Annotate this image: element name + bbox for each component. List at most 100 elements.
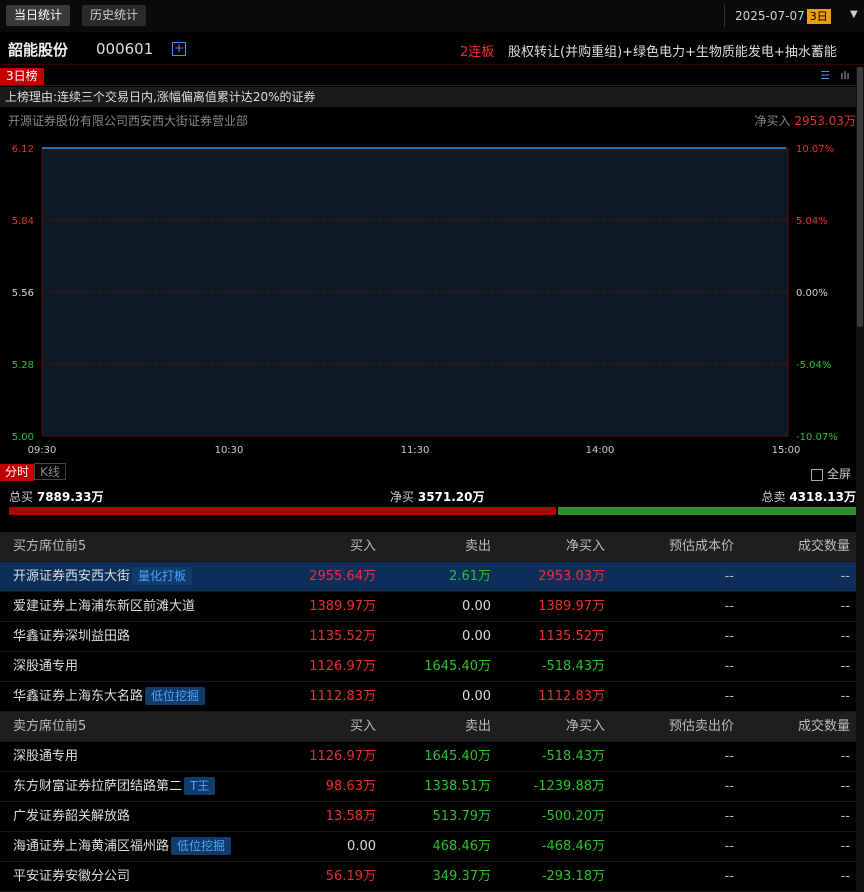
seat-name-cell: 华鑫证券深圳益田路	[13, 622, 130, 652]
fullscreen-button[interactable]: 全屏	[811, 465, 851, 482]
sell-amount: 0.00	[462, 629, 491, 644]
buy-amount: 2955.64万	[309, 569, 376, 584]
date-text: 2025-07-07	[735, 9, 805, 23]
scrollbar[interactable]	[856, 67, 864, 892]
y-tick-label-left: 5.84	[12, 216, 34, 227]
buy-amount: 13.58万	[325, 809, 376, 824]
table-row[interactable]: 东方财富证券拉萨团结路第二 T王 98.63万 1338.51万 -1239.88万 --…	[0, 772, 856, 802]
tab-history-stats[interactable]: 历史统计	[82, 5, 147, 26]
column-header[interactable]: 预估卖出价	[669, 712, 734, 742]
net-buy-sum-value: 3571.20万	[417, 490, 485, 504]
table-row[interactable]: 平安证券安徽分公司 56.19万 349.37万 -293.18万 -- --	[0, 862, 856, 892]
seat-tag[interactable]: 量化打板	[132, 566, 193, 585]
y-tick-label-right: 10.07%	[796, 144, 834, 155]
trade-summary: 总买 7889.33万 净买 3571.20万 总卖 4318.13万	[0, 488, 856, 504]
stock-name: 韶能股份	[8, 41, 69, 59]
estimated-price: --	[724, 569, 734, 584]
seat-tag[interactable]: 低位挖掘	[145, 686, 206, 705]
buy-amount: 1389.97万	[309, 599, 376, 614]
scrollbar-thumb[interactable]	[857, 67, 863, 327]
trade-quantity: --	[840, 569, 850, 584]
seat-name-cell: 东方财富证券拉萨团结路第二 T王	[13, 772, 216, 802]
table-row[interactable]: 深股通专用 1126.97万 1645.40万 -518.43万 -- --	[0, 742, 856, 772]
list-view-icon[interactable]: ☰	[818, 69, 832, 83]
table-header: 卖方席位前5 买入 卖出 净买入 预估卖出价 成交数量	[0, 712, 856, 742]
date-selector[interactable]: 2025-07-07 3日	[724, 5, 831, 27]
seat-name: 东方财富证券拉萨团结路第二	[13, 779, 183, 794]
column-header[interactable]: 净买入	[566, 712, 605, 742]
column-header[interactable]: 净买入	[566, 532, 605, 562]
net-amount: 2953.03万	[538, 569, 605, 584]
y-tick-label-left: 5.56	[12, 288, 34, 299]
broker-name: 开源证券股份有限公司西安西大街证券营业部	[8, 114, 249, 128]
fullscreen-icon	[811, 468, 823, 481]
column-header[interactable]: 卖出	[465, 712, 491, 742]
x-tick-label: 14:00	[586, 445, 615, 456]
table-row[interactable]: 华鑫证券上海东大名路 低位挖掘 1112.83万 0.00 1112.83万 -- --	[0, 682, 856, 712]
chart-tabs: 分时 K线	[0, 463, 66, 481]
seat-name-cell: 深股通专用	[13, 742, 78, 772]
table-row[interactable]: 广发证券韶关解放路 13.58万 513.79万 -500.20万 -- --	[0, 802, 856, 832]
seat-name: 华鑫证券深圳益田路	[13, 629, 131, 644]
seat-name: 华鑫证券上海东大名路	[13, 689, 144, 704]
seat-name-cell: 平安证券安徽分公司	[13, 862, 130, 892]
seat-name: 开源证券西安西大街	[13, 569, 131, 584]
column-header[interactable]: 买方席位前5	[13, 532, 86, 562]
tab-today-stats[interactable]: 当日统计	[6, 5, 71, 26]
sell-amount: 2.61万	[449, 569, 491, 584]
net-amount: 1389.97万	[538, 599, 605, 614]
table-row[interactable]: 深股通专用 1126.97万 1645.40万 -518.43万 -- --	[0, 652, 856, 682]
seat-name-cell: 广发证券韶关解放路	[13, 802, 130, 832]
net-amount: -518.43万	[541, 659, 605, 674]
net-buy-sum-label: 净买	[390, 490, 415, 504]
trade-quantity: --	[840, 689, 850, 704]
total-sell-value: 4318.13万	[789, 490, 856, 504]
total-buy-value: 7889.33万	[36, 490, 104, 504]
column-header[interactable]: 成交数量	[798, 532, 850, 562]
list-tag-3day[interactable]: 3日榜	[0, 68, 44, 85]
net-amount: 1135.52万	[538, 629, 605, 644]
seat-name-cell: 华鑫证券上海东大名路 低位挖掘	[13, 682, 206, 712]
trade-quantity: --	[840, 809, 850, 824]
y-tick-label-left: 5.28	[12, 360, 34, 371]
sell-amount: 349.37万	[432, 869, 492, 884]
net-buy: 净买 3571.20万	[390, 488, 485, 505]
table-row[interactable]: 爱建证券上海浦东新区前滩大道 1389.97万 0.00 1389.97万 -- --	[0, 592, 856, 622]
column-header[interactable]: 卖出	[465, 532, 491, 562]
column-header[interactable]: 预估成本价	[669, 532, 734, 562]
broker-net-buy: 净买入 2953.03万	[755, 112, 856, 129]
tab-kline[interactable]: K线	[34, 463, 66, 480]
trade-quantity: --	[840, 659, 850, 674]
intraday-chart[interactable]: 6.12 5.84 5.56 5.28 5.00 10.07% 5.04% 0.00% -5.0…	[0, 135, 856, 460]
add-watchlist-icon[interactable]: +	[172, 42, 186, 56]
seat-tag[interactable]: T王	[184, 776, 216, 795]
y-tick-label-left: 5.00	[12, 432, 34, 443]
buy-amount: 0.00	[347, 839, 376, 854]
trade-quantity: --	[840, 749, 850, 764]
sell-seats-table: 卖方席位前5 买入 卖出 净买入 预估卖出价 成交数量 深股通专用 1126.97万 1645.…	[0, 712, 856, 892]
buy-seats-table: 买方席位前5 买入 卖出 净买入 预估成本价 成交数量开源证券西安西大街 量化打板 2955.…	[0, 532, 856, 712]
top-bar: 当日统计 历史统计 2025-07-07 3日 ▼	[0, 0, 864, 32]
column-header[interactable]: 买入	[350, 532, 376, 562]
column-header[interactable]: 卖方席位前5	[13, 712, 86, 742]
x-tick-label: 10:30	[215, 445, 244, 456]
table-row[interactable]: 海通证券上海黄浦区福州路 低位挖掘 0.00 468.46万 -468.46万 -- --	[0, 832, 856, 862]
tab-intraday[interactable]: 分时	[0, 464, 35, 481]
seat-name-cell: 海通证券上海黄浦区福州路 低位挖掘	[13, 832, 232, 862]
buy-amount: 56.19万	[325, 869, 376, 884]
sell-ratio-bar	[558, 507, 856, 515]
seat-tag[interactable]: 低位挖掘	[171, 836, 232, 855]
buy-amount: 98.63万	[325, 779, 376, 794]
estimated-price: --	[724, 689, 734, 704]
column-header[interactable]: 成交数量	[798, 712, 850, 742]
table-row[interactable]: 华鑫证券深圳益田路 1135.52万 0.00 1135.52万 -- --	[0, 622, 856, 652]
estimated-price: --	[724, 779, 734, 794]
estimated-price: --	[724, 839, 734, 854]
net-amount: -500.20万	[541, 809, 605, 824]
buy-amount: 1126.97万	[309, 659, 376, 674]
column-header[interactable]: 买入	[350, 712, 376, 742]
table-row[interactable]: 开源证券西安西大街 量化打板 2955.64万 2.61万 2953.03万 -- --	[0, 562, 856, 592]
sell-amount: 0.00	[462, 689, 491, 704]
chevron-down-icon[interactable]: ▼	[850, 9, 858, 20]
bar-chart-icon[interactable]: ılı	[838, 69, 852, 83]
